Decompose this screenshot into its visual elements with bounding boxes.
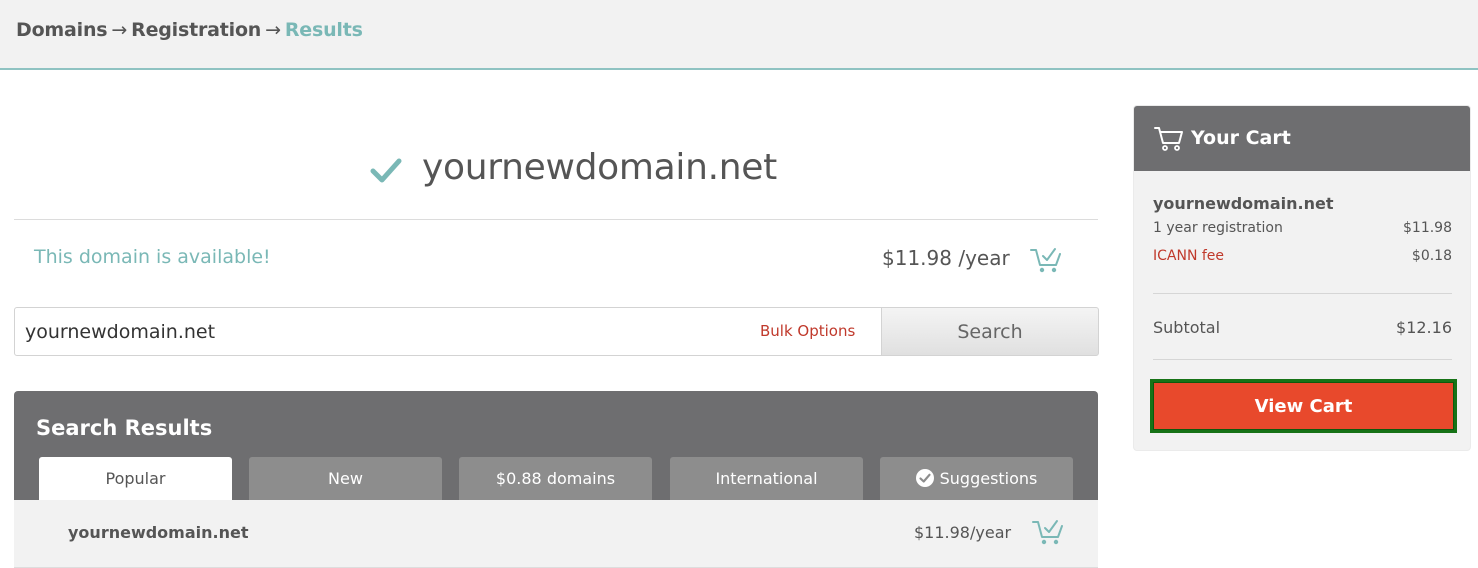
cart-icon — [1154, 127, 1183, 151]
cart-add-icon[interactable] — [1032, 518, 1064, 546]
tab-suggestions[interactable]: Suggestions — [880, 457, 1073, 500]
cart-line-registration: 1 year registration $11.98 — [1153, 220, 1452, 236]
tab-new[interactable]: New — [249, 457, 442, 500]
availability-row: This domain is available! $11.98 /year — [14, 220, 1098, 296]
breadcrumb: Domains → Registration → Results — [16, 19, 363, 41]
breadcrumb-separator: → — [265, 19, 281, 41]
tab-suggestions-label: Suggestions — [939, 469, 1038, 488]
subtotal-label: Subtotal — [1153, 318, 1221, 337]
cart-add-icon[interactable] — [1030, 246, 1062, 274]
check-circle-icon — [915, 469, 934, 487]
breadcrumb-bar: Domains → Registration → Results — [0, 0, 1478, 70]
cart-line-value: $11.98 — [1403, 220, 1452, 236]
view-cart-button[interactable]: View Cart — [1150, 379, 1457, 433]
cart-line-label: 1 year registration — [1153, 220, 1283, 236]
cart-line-icann-fee: ICANN fee $0.18 — [1153, 248, 1452, 264]
cart-title: Your Cart — [1191, 127, 1291, 149]
divider — [1153, 359, 1452, 360]
cart-subtotal: Subtotal $12.16 — [1153, 318, 1452, 337]
breadcrumb-item-registration[interactable]: Registration — [131, 19, 261, 41]
page-title: yournewdomain.net — [422, 147, 777, 188]
tab-088-domains[interactable]: $0.88 domains — [459, 457, 652, 500]
cart-panel: Your Cart yournewdomain.net 1 year regis… — [1133, 105, 1471, 451]
divider — [1153, 293, 1452, 294]
check-icon — [370, 158, 402, 183]
result-domain-price: $11.98/year — [914, 523, 1012, 542]
cart-line-label: ICANN fee — [1153, 248, 1225, 264]
subtotal-value: $12.16 — [1396, 318, 1452, 337]
domain-heading: yournewdomain.net — [14, 130, 1098, 220]
tab-international[interactable]: International — [670, 457, 863, 500]
search-input[interactable] — [15, 308, 755, 355]
cart-header: Your Cart — [1134, 106, 1470, 171]
tab-popular[interactable]: Popular — [39, 457, 232, 500]
bulk-options-link[interactable]: Bulk Options — [760, 322, 855, 340]
search-button[interactable]: Search — [881, 307, 1099, 356]
breadcrumb-item-domains[interactable]: Domains — [16, 19, 108, 41]
table-row: yournewdomain.net $11.98/year — [14, 500, 1098, 568]
search-results-heading: Search Results — [36, 416, 213, 440]
breadcrumb-item-results: Results — [284, 19, 363, 41]
breadcrumb-separator: → — [111, 19, 128, 41]
cart-item-name: yournewdomain.net — [1153, 194, 1334, 213]
result-domain-name: yournewdomain.net — [68, 523, 249, 542]
cart-line-value: $0.18 — [1411, 248, 1452, 264]
search-results-panel: Search Results Popular New $0.88 domains… — [14, 391, 1098, 568]
availability-message: This domain is available! — [34, 246, 271, 268]
search-bar: Bulk Options Search — [14, 307, 1099, 356]
domain-price: $11.98 /year — [882, 246, 1010, 270]
